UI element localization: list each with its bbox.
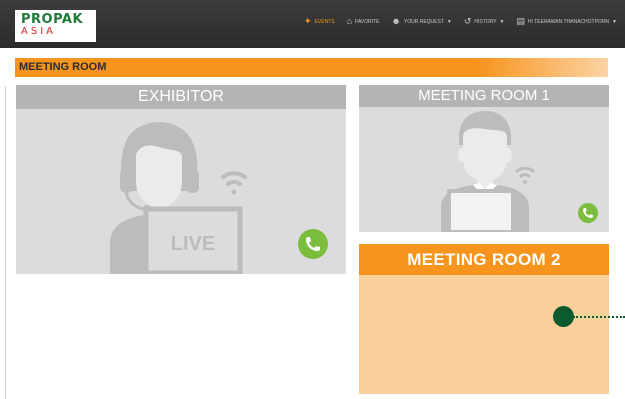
phone-icon: [306, 237, 320, 251]
meeting-room-2-title: MEETING ROOM 2: [359, 244, 609, 275]
drag-handle-dot[interactable]: [553, 306, 574, 327]
headset-person-icon: LIVE: [110, 121, 244, 274]
exhibitor-call-button[interactable]: [298, 229, 328, 259]
nav-your-request[interactable]: ☻ Your Request ▼: [391, 17, 451, 26]
chevron-down-icon: ▼: [499, 18, 505, 25]
wifi-icon: [221, 171, 247, 195]
nav-your-request-label: Your Request: [403, 18, 444, 25]
meeting-room-1-illustration: [441, 111, 535, 232]
sparkle-icon: ✦: [304, 16, 312, 26]
chevron-down-icon: ▼: [612, 18, 617, 25]
propak-asia-logo[interactable]: PROPAK ASIA: [15, 10, 96, 42]
live-label: LIVE: [171, 233, 215, 255]
connector-line: [573, 316, 625, 318]
exhibitor-panel[interactable]: EXHIBITOR LIVE: [16, 85, 346, 274]
user-card-icon: ▤: [516, 16, 525, 26]
nav-history-label: History: [474, 18, 497, 25]
meeting-room-1-call-button[interactable]: [578, 203, 598, 223]
content-divider: [5, 86, 6, 399]
home-icon: ⌂: [346, 16, 353, 26]
users-icon: ☻: [391, 16, 401, 26]
wifi-icon: [515, 166, 535, 184]
nav-favorite[interactable]: ⌂ Favorite: [347, 17, 380, 26]
phone-icon: [583, 208, 593, 218]
history-icon: ↺: [463, 16, 472, 26]
logo-line-1: PROPAK: [21, 12, 84, 27]
nav-favorite-label: Favorite: [355, 18, 380, 25]
nav-user-menu[interactable]: ▤ Hi Teerawan Thanachotporn ▼: [516, 17, 617, 26]
nav-events[interactable]: ✦ Events: [304, 17, 335, 26]
nav-user-label: Hi Teerawan Thanachotporn: [527, 18, 610, 25]
nav-events-label: Events: [314, 18, 335, 25]
meeting-room-1-panel[interactable]: MEETING ROOM 1: [359, 85, 609, 232]
exhibitor-illustration: LIVE: [110, 121, 247, 274]
chevron-down-icon: ▼: [446, 18, 452, 25]
top-navigation-bar: PROPAK ASIA ✦ Events ⌂ Favorite ☻ Your R…: [0, 0, 625, 48]
section-title: MEETING ROOM: [19, 61, 107, 73]
section-header: MEETING ROOM: [15, 58, 608, 77]
nav-history[interactable]: ↺ History ▼: [464, 17, 505, 26]
logo-line-2: ASIA: [21, 26, 56, 37]
main-nav: ✦ Events ⌂ Favorite ☻ Your Request ▼ ↺ H…: [304, 17, 617, 26]
